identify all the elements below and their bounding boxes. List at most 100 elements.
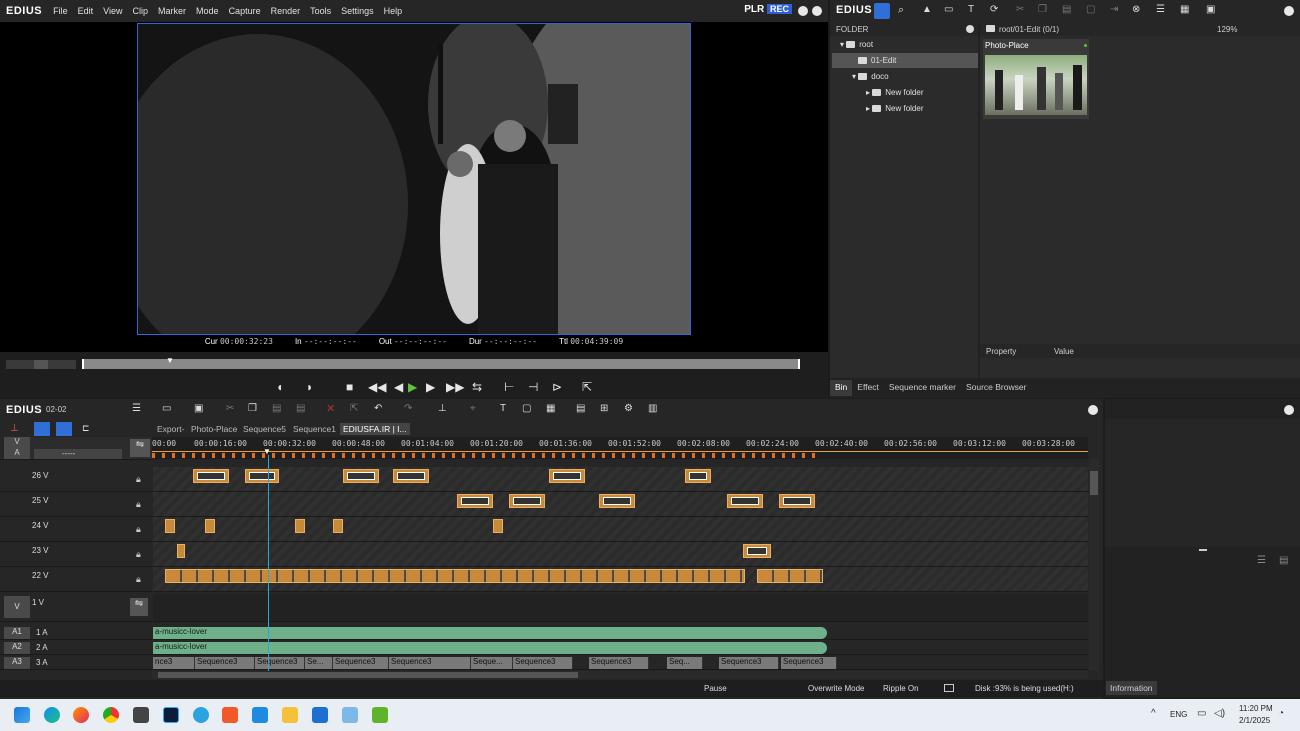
clip[interactable] — [295, 519, 305, 533]
add-title-icon[interactable]: T — [968, 4, 974, 15]
properties-icon[interactable]: ☰ — [1156, 4, 1165, 15]
delete-icon[interactable]: ✕ — [326, 402, 335, 415]
tab-bin[interactable]: Bin — [830, 380, 853, 396]
tab-sequence5[interactable]: Sequence5 — [240, 423, 289, 435]
app-icon[interactable] — [342, 707, 358, 723]
play-icon[interactable]: ▶ — [408, 380, 417, 394]
language-indicator[interactable]: ENG — [1170, 710, 1187, 719]
start-icon[interactable] — [14, 707, 30, 723]
sequence-clip[interactable]: Sequence3 — [513, 657, 573, 669]
fast-forward-icon[interactable]: ▶▶ — [446, 380, 464, 394]
clip[interactable] — [743, 544, 771, 558]
menu-capture[interactable]: Capture — [224, 6, 266, 16]
clip[interactable] — [549, 469, 585, 483]
clip[interactable] — [205, 519, 215, 533]
menu-help[interactable]: Help — [379, 6, 408, 16]
refresh-icon[interactable]: ⟳ — [990, 4, 998, 15]
tab-sequence1[interactable]: Sequence1 — [290, 423, 339, 435]
overwrite-icon[interactable]: ⊣ — [528, 380, 538, 394]
clip[interactable] — [193, 469, 229, 483]
clip[interactable] — [177, 544, 185, 558]
menu-mode[interactable]: Mode — [191, 6, 224, 16]
track-23v-lane[interactable] — [153, 542, 1088, 567]
playhead-line[interactable] — [268, 455, 269, 671]
telegram-icon[interactable] — [193, 707, 209, 723]
menu-tools[interactable]: Tools — [305, 6, 336, 16]
tree-item-doco[interactable]: ▾ doco — [852, 69, 889, 84]
edius-taskbar-icon[interactable] — [372, 707, 388, 723]
audio-clip[interactable]: a-musicc-lover — [153, 627, 827, 639]
plr-rec-toggle[interactable]: PLR REC — [744, 4, 792, 15]
sequence-clip[interactable]: Sequence3 — [719, 657, 779, 669]
redo-icon[interactable]: ↷ — [404, 403, 412, 414]
tab-source-browser[interactable]: Source Browser — [961, 380, 1031, 396]
a1-tag[interactable]: A1 — [4, 627, 30, 639]
clip-thumbnail[interactable]: Photo-Place — [983, 39, 1089, 119]
up-icon[interactable]: ▲ — [922, 4, 932, 15]
tree-item-new-folder-2[interactable]: ▸ New folder — [866, 101, 924, 116]
delete-icon[interactable]: ⊗ — [1132, 4, 1140, 15]
mode-icon[interactable]: ⊥ — [10, 423, 26, 435]
clock-time[interactable]: 11:20 PM — [1239, 704, 1273, 713]
ripple-delete-icon[interactable]: ⇱ — [350, 403, 358, 414]
clip[interactable] — [165, 519, 175, 533]
show-player-icon[interactable]: ▢ — [1086, 4, 1095, 15]
photoshop-icon[interactable] — [163, 707, 179, 723]
track-dropdown[interactable]: ----- — [34, 449, 122, 459]
settings-icon[interactable]: ⚙ — [624, 403, 633, 414]
chrome-icon[interactable] — [103, 707, 119, 723]
clip[interactable] — [757, 569, 823, 583]
sequence-clip[interactable]: Sequence3 — [195, 657, 255, 669]
close-icon[interactable] — [812, 6, 822, 18]
menu-marker[interactable]: Marker — [153, 6, 191, 16]
sequence-settings-icon[interactable]: ☰ — [132, 403, 141, 414]
clip[interactable] — [165, 569, 745, 583]
paste-insert-icon[interactable]: ▤ — [296, 403, 305, 414]
bin-close-icon[interactable] — [1284, 6, 1294, 18]
save-icon[interactable]: ▣ — [194, 403, 203, 414]
copy-icon[interactable]: ❐ — [248, 403, 257, 414]
track-a1-lane[interactable]: a-musicc-lover — [153, 625, 1088, 640]
track-22v-lane[interactable] — [153, 567, 1088, 592]
track-1v-lane[interactable] — [153, 594, 1088, 622]
tab-effect[interactable]: Effect — [852, 380, 884, 396]
copy-icon[interactable]: ❐ — [1038, 4, 1047, 15]
open-folder-icon[interactable]: ▭ — [944, 4, 953, 15]
tree-item-01-edit[interactable]: 01-Edit — [832, 53, 978, 68]
sequence-clip[interactable]: Sequence3 — [389, 657, 471, 669]
marker-list-icon[interactable]: ▥ — [648, 403, 657, 414]
sequence-clip[interactable]: Sequence3 — [589, 657, 649, 669]
app-icon[interactable] — [133, 707, 149, 723]
title-icon[interactable]: T — [500, 403, 506, 414]
clip[interactable] — [727, 494, 763, 508]
clip[interactable] — [599, 494, 635, 508]
loop-icon[interactable]: ⇆ — [472, 380, 482, 394]
paste-icon[interactable]: ▤ — [272, 403, 281, 414]
cut-icon[interactable]: ✂ — [1016, 4, 1024, 15]
export-icon[interactable]: ⇱ — [582, 380, 592, 394]
sync-mode-icon[interactable] — [56, 422, 72, 436]
trash-icon[interactable]: ▤ — [1279, 555, 1288, 566]
sequence-clip[interactable]: nce3 — [153, 657, 195, 669]
timeline-cursor-icon[interactable]: ▼ — [263, 447, 271, 456]
menu-edit[interactable]: Edit — [73, 6, 99, 16]
lock-icon[interactable]: 🔒︎ — [136, 499, 141, 510]
tree-item-new-folder-1[interactable]: ▸ New folder — [866, 85, 924, 100]
folder-view-icon[interactable] — [874, 3, 890, 19]
clock-date[interactable]: 2/1/2025 — [1239, 716, 1270, 725]
clip[interactable] — [343, 469, 379, 483]
lock-icon[interactable]: 🔒︎ — [136, 524, 141, 535]
file-explorer-icon[interactable] — [282, 707, 298, 723]
app-icon[interactable] — [252, 707, 268, 723]
v-track-tag[interactable]: V — [4, 596, 30, 618]
menu-clip[interactable]: Clip — [128, 6, 154, 16]
list-icon[interactable]: ☰ — [1257, 555, 1266, 566]
rewind-icon[interactable]: ◀◀ — [368, 380, 386, 394]
firefox-icon[interactable] — [73, 707, 89, 723]
menu-file[interactable]: File — [48, 6, 73, 16]
lock-icon[interactable]: 🔒︎ — [136, 574, 141, 585]
folder-close-icon[interactable] — [966, 25, 974, 33]
notepad-icon[interactable] — [312, 707, 328, 723]
timeline-ruler[interactable]: 00:00 00:00:16:00 00:00:32:00 00:00:48:0… — [152, 437, 1088, 459]
tab-information[interactable]: Information — [1106, 681, 1157, 695]
